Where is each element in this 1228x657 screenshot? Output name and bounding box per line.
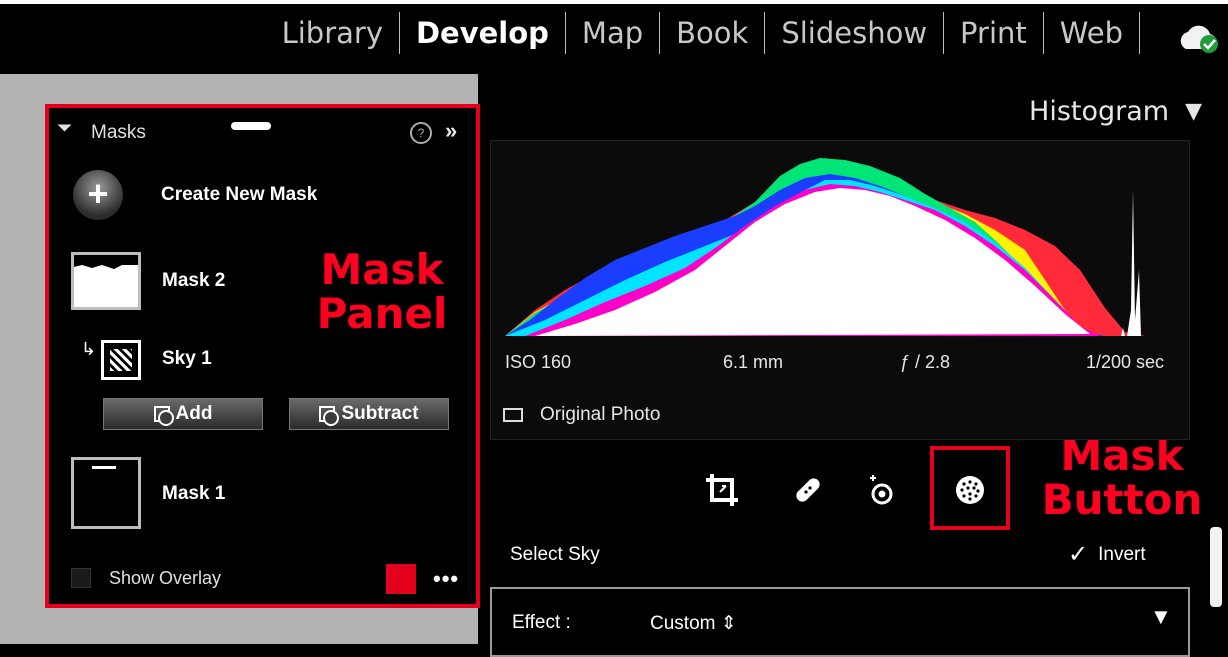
invert-label: Invert <box>1098 543 1146 565</box>
exif-shutter: 1/200 sec <box>1086 352 1165 372</box>
module-separator <box>943 12 945 54</box>
mask-1-thumbnail <box>71 457 141 529</box>
module-develop[interactable]: Develop <box>416 16 549 50</box>
collapse-triangle-icon[interactable] <box>57 124 72 132</box>
effect-label: Effect : <box>512 612 571 633</box>
mask-button-callout-line1: Mask <box>1060 431 1184 480</box>
add-button[interactable]: Add <box>103 398 263 430</box>
show-overlay-row: Show Overlay ••• <box>71 564 471 594</box>
mask-panel-callout-line1: Mask <box>320 245 444 294</box>
show-overlay-checkbox[interactable] <box>71 568 91 588</box>
subtract-button-label: Subtract <box>341 403 419 424</box>
histogram-title: Histogram <box>1029 96 1170 127</box>
panel-drag-handle[interactable] <box>231 122 271 130</box>
histogram-graph <box>505 158 1145 336</box>
masks-panel-header[interactable]: Masks ? » <box>49 108 476 154</box>
crop-tool-icon[interactable] <box>702 470 742 510</box>
mask-1-label: Mask 1 <box>162 483 226 504</box>
create-new-mask-label: Create New Mask <box>161 184 318 205</box>
module-library[interactable]: Library <box>282 16 383 50</box>
add-button-label: Add <box>175 403 213 424</box>
overlay-color-swatch[interactable] <box>386 564 416 594</box>
exif-iso: ISO 160 <box>505 352 572 372</box>
histogram-header[interactable]: Histogram ▼ <box>1029 96 1202 127</box>
sky-1-thumbnail[interactable] <box>101 340 141 380</box>
help-icon[interactable]: ? <box>410 122 432 144</box>
subtract-button[interactable]: Subtract <box>289 398 449 430</box>
module-slideshow[interactable]: Slideshow <box>781 16 927 50</box>
original-photo-checkbox[interactable] <box>503 408 523 422</box>
create-new-mask-button[interactable]: + Create New Mask <box>73 170 453 220</box>
module-separator <box>1139 12 1140 54</box>
module-separator <box>564 12 566 54</box>
module-separator <box>398 12 400 54</box>
original-photo-label: Original Photo <box>540 404 661 425</box>
module-picker-bar: Library Develop Map Book Slideshow Print… <box>0 4 1228 74</box>
module-map[interactable]: Map <box>582 16 643 50</box>
effect-preset-dropdown[interactable]: Custom ⇕ <box>650 612 737 635</box>
add-mask-icon <box>153 406 174 426</box>
red-eye-tool-icon[interactable] <box>862 470 902 510</box>
masks-panel-title: Masks <box>91 122 146 143</box>
healing-tool-icon[interactable] <box>788 470 828 510</box>
masks-panel: Masks ? » + Create New Mask Mask 2 ↳ Sky… <box>45 104 480 608</box>
mask-2-label: Mask 2 <box>162 270 226 291</box>
mask-panel-callout-line2: Panel <box>316 289 448 338</box>
panel-scrollbar[interactable] <box>1210 527 1222 607</box>
plus-icon: + <box>73 170 123 220</box>
module-picker: Library Develop Map Book Slideshow Print… <box>282 12 1156 54</box>
checkmark-icon: ✓ <box>1068 541 1089 568</box>
subtract-mask-icon <box>319 406 340 426</box>
cloud-check-icon[interactable] <box>1176 21 1222 55</box>
module-separator <box>764 12 766 54</box>
invert-toggle[interactable]: ✓ Invert <box>1068 540 1146 569</box>
more-options-icon[interactable]: ••• <box>433 566 459 592</box>
mask-panel-callout: Mask Panel <box>312 248 452 336</box>
mask-2-thumbnail <box>71 252 141 310</box>
mask-button-highlight <box>930 446 1010 530</box>
mask-1-item[interactable]: Mask 1 <box>71 457 451 529</box>
mask-button-callout: Mask Button <box>1034 434 1210 522</box>
sky-1-label[interactable]: Sky 1 <box>162 348 212 370</box>
collapse-triangle-icon[interactable]: ▼ <box>1185 99 1202 124</box>
mask-name-label: Select Sky <box>510 544 600 565</box>
exif-focal-length: 6.1 mm <box>723 352 784 372</box>
mask-button-callout-line2: Button <box>1041 475 1203 524</box>
module-web[interactable]: Web <box>1060 16 1123 50</box>
exif-aperture: ƒ / 2.8 <box>900 352 951 372</box>
module-book[interactable]: Book <box>676 16 748 50</box>
child-arrow-icon: ↳ <box>81 339 97 359</box>
effect-section <box>490 587 1190 657</box>
module-separator <box>659 12 661 54</box>
module-print[interactable]: Print <box>960 16 1027 50</box>
show-overlay-label: Show Overlay <box>109 568 222 588</box>
double-chevron-icon[interactable]: » <box>445 118 457 144</box>
module-separator <box>1042 12 1044 54</box>
effect-menu-icon[interactable]: ▼ <box>1150 604 1172 630</box>
